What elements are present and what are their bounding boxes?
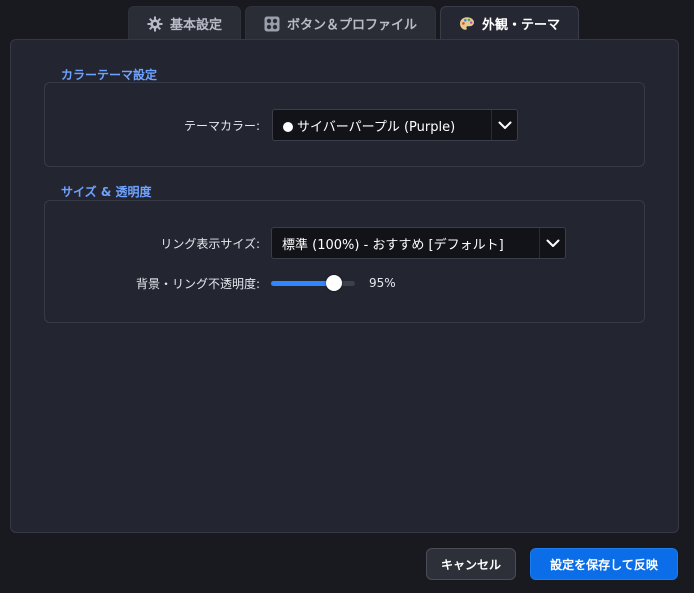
grid-buttons-icon [264, 16, 280, 32]
settings-window: 基本設定 ボタン＆プロファイル 外観・テーマ カラーテーマ設定 テーマカラー: … [0, 0, 694, 593]
opacity-slider[interactable] [271, 273, 355, 293]
slider-fill [271, 281, 334, 286]
theme-color-value: サイバーパープル (Purple) [297, 119, 456, 135]
opacity-label: 背景・リング不透明度: [135, 276, 260, 291]
slider-thumb[interactable] [325, 275, 342, 291]
size-opacity-section-title: サイズ & 透明度 [61, 185, 152, 199]
tab-bar: 基本設定 ボタン＆プロファイル 外観・テーマ [128, 6, 580, 40]
ring-size-value: 標準 (100%) - おすすめ [デフォルト] [282, 237, 504, 253]
ring-size-select[interactable]: 標準 (100%) - おすすめ [デフォルト] [271, 227, 566, 259]
tab-basic-settings-label: 基本設定 [170, 18, 223, 33]
theme-color-selected: サイバーパープル (Purple) [283, 116, 455, 135]
tab-buttons-profile[interactable]: ボタン＆プロファイル [245, 6, 437, 40]
size-opacity-group: リング表示サイズ: 標準 (100%) - おすすめ [デフォルト] 背景・リン… [44, 200, 645, 323]
appearance-panel: カラーテーマ設定 テーマカラー: サイバーパープル (Purple) サイズ &… [10, 39, 679, 533]
save-apply-button[interactable]: 設定を保存して反映 [530, 548, 678, 580]
tab-buttons-profile-label: ボタン＆プロファイル [287, 18, 418, 33]
theme-color-dot [283, 121, 293, 132]
cancel-button[interactable]: キャンセル [426, 548, 516, 580]
ring-size-label: リング表示サイズ: [160, 236, 260, 251]
gear-icon [147, 16, 163, 32]
chevron-down-icon [491, 110, 517, 140]
color-theme-section-title: カラーテーマ設定 [61, 68, 158, 82]
palette-icon [459, 16, 475, 32]
tab-appearance-theme-label: 外観・テーマ [482, 18, 561, 33]
theme-color-label: テーマカラー: [183, 118, 260, 133]
chevron-down-icon [539, 228, 565, 258]
tab-basic-settings[interactable]: 基本設定 [128, 6, 242, 40]
color-theme-group: テーマカラー: サイバーパープル (Purple) [44, 82, 645, 167]
tab-appearance-theme[interactable]: 外観・テーマ [440, 6, 580, 40]
opacity-value-text: 95% [369, 276, 396, 290]
theme-color-select[interactable]: サイバーパープル (Purple) [272, 109, 518, 141]
